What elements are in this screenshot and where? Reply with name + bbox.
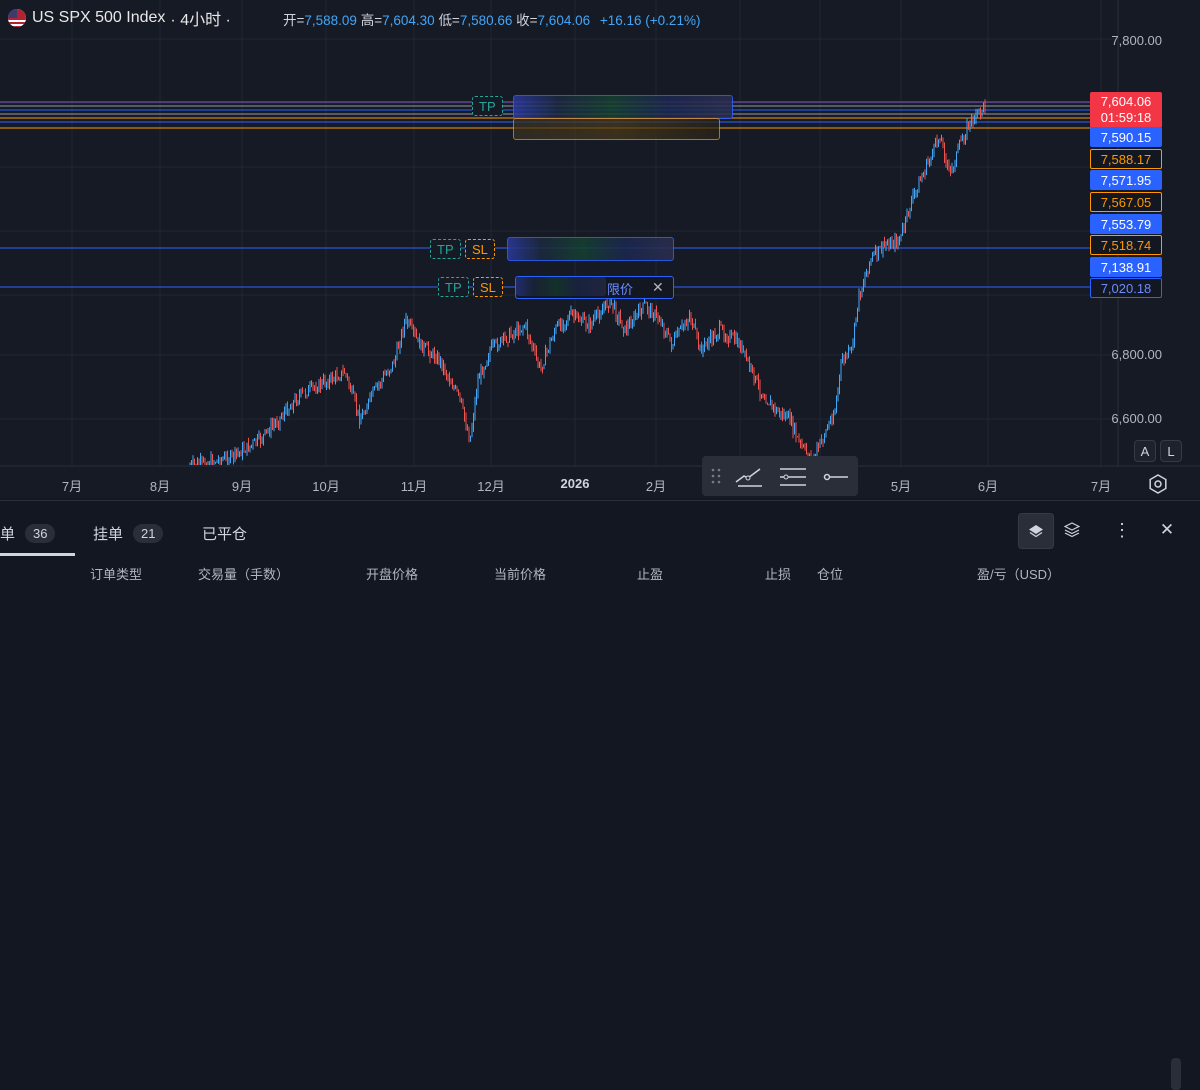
- vertical-scrollbar[interactable]: [1171, 1058, 1181, 1090]
- trading-panel: 单 36 挂单 21 已平仓 ⋮ ✕ 订单类型 交易量（手数） 开盘价格 当前价…: [0, 500, 1200, 1090]
- low-label: 低=: [438, 13, 460, 28]
- col-current-price[interactable]: 当前价格: [494, 564, 546, 583]
- tp-price-tag: 7,518.74: [1090, 235, 1162, 255]
- take-profit-label[interactable]: TP: [430, 239, 461, 259]
- time-axis-label: 2月: [645, 479, 667, 494]
- col-pnl[interactable]: 盈/亏（USD）: [977, 564, 1060, 583]
- high-label: 高=: [360, 13, 383, 28]
- price-level-label: 6,600.00: [1111, 411, 1162, 426]
- time-axis-label: 6月: [977, 479, 999, 494]
- col-open-price[interactable]: 开盘价格: [366, 564, 418, 583]
- time-axis-label: 8月: [149, 479, 171, 494]
- price-level-label: 6,800.00: [1111, 347, 1162, 362]
- order-price-tag: 7,571.95: [1090, 170, 1162, 190]
- open-value: 7,588.09: [304, 13, 357, 28]
- close-panel-icon[interactable]: ✕: [1150, 513, 1184, 547]
- tp-price-tag: 7,588.17: [1090, 149, 1162, 169]
- order-info-redacted[interactable]: [513, 118, 720, 140]
- auto-scale-button[interactable]: A: [1134, 440, 1156, 462]
- time-axis-label: 12月: [477, 479, 505, 494]
- limit-order-text: 限价: [607, 282, 634, 297]
- time-axis-label: 10月: [312, 479, 340, 494]
- symbol-legend[interactable]: US SPX 500 Index · 4小时 ·: [8, 6, 231, 30]
- stop-loss-label[interactable]: SL: [465, 239, 495, 259]
- col-take-profit[interactable]: 止盈: [637, 564, 663, 583]
- tab-pending-orders[interactable]: 挂单 21: [93, 523, 164, 544]
- high-value: 7,604.30: [382, 13, 435, 28]
- close-order-icon[interactable]: ✕: [652, 279, 664, 296]
- close-value: 7,604.06: [537, 13, 591, 28]
- price-level-label: 7,800.00: [1111, 33, 1162, 48]
- low-value: 7,580.66: [459, 13, 513, 28]
- layers-toggle[interactable]: [1055, 513, 1089, 547]
- parallel-lines-icon[interactable]: [778, 466, 808, 488]
- col-volume[interactable]: 交易量（手数）: [198, 564, 289, 583]
- last-price-tag: 7,604.06 01:59:18: [1090, 92, 1162, 128]
- open-label: 开=: [283, 13, 305, 28]
- time-axis-label: 2026: [560, 476, 590, 491]
- time-axis-label: 5月: [890, 479, 912, 494]
- tab-positions[interactable]: 单 36: [0, 523, 56, 544]
- tab-label: 单: [0, 526, 16, 543]
- layers-toggle-active[interactable]: [1018, 513, 1054, 549]
- close-label: 收=: [516, 13, 538, 28]
- time-axis-label: 7月: [1090, 479, 1112, 494]
- col-order-type[interactable]: 订单类型: [90, 564, 142, 583]
- tab-label: 挂单: [93, 526, 124, 543]
- symbol-name[interactable]: US SPX 500 Index: [32, 9, 165, 27]
- more-options-icon[interactable]: ⋮: [1105, 513, 1139, 547]
- layers-icon: [1029, 525, 1043, 538]
- chart-area[interactable]: US SPX 500 Index · 4小时 · 开=7,588.09 高=7,…: [0, 0, 1200, 498]
- active-tab-indicator: [0, 553, 75, 556]
- pending-count-badge: 21: [133, 524, 164, 543]
- order-info-redacted: [516, 277, 606, 296]
- order-info-redacted[interactable]: [513, 95, 733, 119]
- trend-line-icon[interactable]: [734, 466, 764, 488]
- col-position[interactable]: 仓位: [817, 564, 843, 583]
- positions-count-badge: 36: [25, 524, 56, 543]
- take-profit-label[interactable]: TP: [472, 96, 503, 116]
- tab-label: 已平仓: [202, 526, 248, 543]
- time-axis-label: 7月: [61, 479, 83, 494]
- last-price-value: 7,604.06: [1100, 94, 1152, 109]
- order-price-tag: 7,553.79: [1090, 214, 1162, 234]
- change-value: +16.16 (+0.21%): [599, 13, 701, 28]
- horizontal-ray-icon[interactable]: [822, 466, 850, 488]
- stop-loss-label[interactable]: SL: [473, 277, 503, 297]
- take-profit-label[interactable]: TP: [438, 277, 469, 297]
- log-scale-button[interactable]: L: [1160, 440, 1182, 462]
- order-price-tag: 7,590.15: [1090, 127, 1162, 147]
- bar-countdown: 01:59:18: [1100, 110, 1152, 125]
- interval-label[interactable]: · 4小时 ·: [170, 6, 230, 30]
- order-info-redacted[interactable]: [507, 237, 674, 261]
- time-axis-label: 9月: [231, 479, 253, 494]
- drag-handle-icon[interactable]: [710, 466, 722, 486]
- drawing-toolbar[interactable]: [702, 456, 858, 496]
- col-stop-loss[interactable]: 止损: [765, 564, 791, 583]
- stack-icon: [1064, 522, 1080, 538]
- order-price-tag: 7,138.91: [1090, 257, 1162, 277]
- limit-price-tag: 7,020.18: [1090, 278, 1162, 298]
- tp-price-tag: 7,567.05: [1090, 192, 1162, 212]
- ohlc-values: 开=7,588.09 高=7,604.30 低=7,580.66 收=7,604…: [283, 9, 700, 29]
- time-axis-label: 11月: [400, 479, 428, 494]
- chart-settings-icon[interactable]: [1148, 474, 1168, 494]
- tab-closed[interactable]: 已平仓: [202, 523, 247, 544]
- us-flag-icon: [8, 9, 26, 27]
